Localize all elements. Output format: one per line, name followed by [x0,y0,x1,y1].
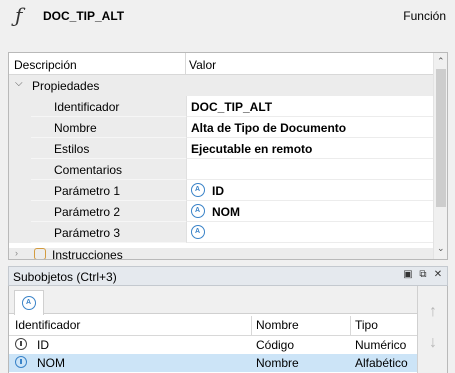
instructions-icon [34,248,46,259]
object-type-label: Función [403,9,446,23]
subobjects-title: Subobjetos (Ctrl+3) [13,270,117,284]
numeric-field-icon [15,338,27,350]
properties-header: Descripción Valor [9,53,433,75]
column-header-tipo[interactable]: Tipo [355,318,378,332]
chevron-down-icon[interactable]: ⌵ [15,78,23,89]
group-label: Propiedades [32,79,100,93]
column-header-value[interactable]: Valor [189,58,216,72]
subobjects-table: Identificador Nombre Tipo ID Código Numé… [9,316,417,373]
parameter-icon [22,296,36,310]
property-row-identificador[interactable]: Identificador DOC_TIP_ALT [9,96,433,117]
subobjects-toolbar: ↑ ↓ [417,286,447,373]
property-name: Parámetro 1 [54,184,121,198]
table-row[interactable]: ID Código Numérico [9,336,417,354]
subobjects-tabstrip [9,286,417,315]
parameter-icon [191,225,205,239]
property-name: Parámetro 3 [54,226,121,240]
move-up-icon[interactable]: ↑ [425,302,441,322]
property-name: Parámetro 2 [54,205,121,219]
group-propiedades[interactable]: ⌵ Propiedades [9,75,433,96]
group-label: Instrucciones [52,248,123,260]
cell-nombre: Código [256,338,295,352]
property-value[interactable]: Alta de Tipo de Documento [191,121,346,135]
chevron-right-icon[interactable]: › [15,248,18,258]
cell-tipo: Alfabético [355,356,408,370]
parameter-icon [191,183,205,197]
subobjects-panel: Identificador Nombre Tipo ID Código Numé… [8,286,448,373]
close-icon[interactable]: ✕ [432,269,444,281]
property-value[interactable]: Ejecutable en remoto [191,142,312,156]
properties-scrollbar[interactable]: ⌃ ⌄ [433,53,447,259]
scroll-up-icon[interactable]: ⌃ [437,56,445,67]
property-name: Comentarios [54,163,123,177]
column-header-identificador[interactable]: Identificador [15,318,80,332]
scrollbar-thumb[interactable] [436,69,446,207]
parameter-icon [191,204,205,218]
panel-menu-icon[interactable]: ▣ [402,269,414,281]
property-name: Nombre [54,121,97,135]
column-separator[interactable] [185,53,186,75]
cell-nombre: Nombre [256,356,299,370]
group-instrucciones[interactable]: › Instrucciones [9,248,433,260]
function-icon: ƒ [15,3,23,27]
properties-grid: Descripción Valor ⌵ Propiedades Identifi… [8,52,448,260]
scroll-down-icon[interactable]: ⌄ [437,243,445,254]
property-row-parametro-1[interactable]: Parámetro 1 ID [9,180,433,201]
column-header-description[interactable]: Descripción [14,58,77,72]
table-row[interactable]: NOM Nombre Alfabético [9,354,417,372]
subobjects-panel-header: Subobjetos (Ctrl+3) ▣ ⧉ ✕ [8,266,448,286]
property-row-parametro-2[interactable]: Parámetro 2 NOM [9,201,433,222]
column-header-nombre[interactable]: Nombre [256,318,299,332]
column-separator[interactable] [350,316,351,336]
cell-identificador: NOM [37,356,65,370]
property-value[interactable]: DOC_TIP_ALT [191,100,272,114]
move-down-icon[interactable]: ↓ [425,333,441,353]
subobjects-table-header: Identificador Nombre Tipo [9,316,417,336]
object-header: ƒ DOC_TIP_ALT Función [0,0,455,46]
object-title: DOC_TIP_ALT [43,9,125,23]
column-separator[interactable] [251,316,252,336]
property-row-nombre[interactable]: Nombre Alta de Tipo de Documento [9,117,433,138]
property-name: Identificador [54,100,120,114]
property-name: Estilos [54,142,90,156]
restore-icon[interactable]: ⧉ [417,269,429,281]
cell-tipo: Numérico [355,338,407,352]
property-row-estilos[interactable]: Estilos Ejecutable en remoto [9,138,433,159]
alphabetic-field-icon [15,356,27,368]
property-value[interactable]: NOM [212,205,240,219]
property-row-parametro-3[interactable]: Parámetro 3 [9,222,433,243]
property-row-comentarios[interactable]: Comentarios [9,159,433,180]
tab-parameters[interactable] [14,290,44,315]
property-value[interactable]: ID [212,184,224,198]
cell-identificador: ID [37,338,49,352]
